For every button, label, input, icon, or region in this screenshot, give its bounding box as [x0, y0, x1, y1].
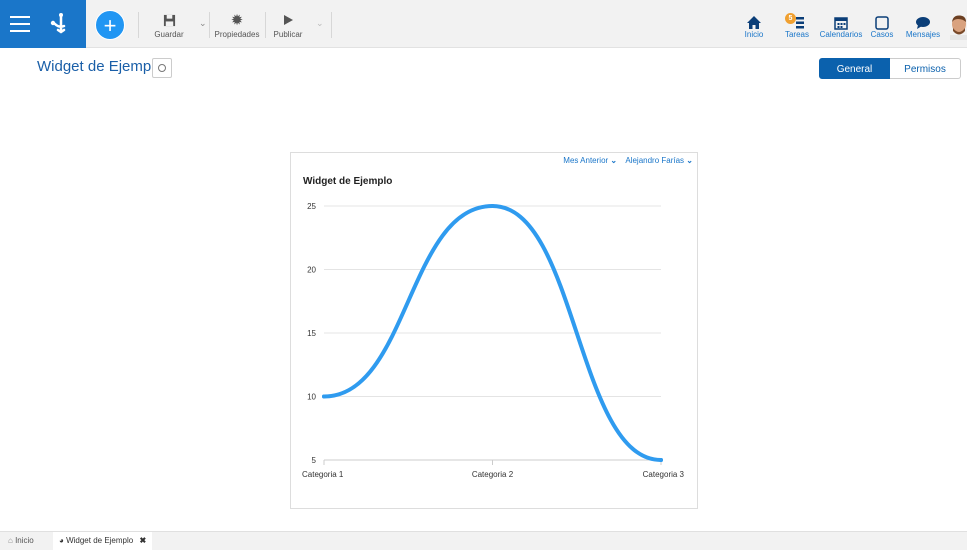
nav-home-label: Inicio — [744, 30, 764, 39]
message-icon — [916, 17, 930, 29]
tab-permissions[interactable]: Permisos — [890, 58, 961, 79]
toolbar-separator — [265, 12, 266, 38]
toolbar-separator — [209, 12, 210, 38]
hamburger-menu-icon[interactable] — [10, 16, 30, 32]
nav-calendars-label: Calendarios — [819, 30, 863, 39]
nav-messages-label: Mensajes — [905, 30, 941, 39]
line-chart: 5 10 15 20 25 Categoria 1 Categoria 2 Categoria… — [302, 202, 685, 479]
y-tick-label: 10 — [307, 393, 316, 402]
nav-calendars[interactable]: Calendarios — [818, 12, 864, 39]
save-dropdown-chevron-icon[interactable]: ⌄ — [199, 18, 207, 29]
data-point — [490, 204, 495, 208]
widget-card: Mes Anterior ⌄ Alejandro Farías ⌄ Widget… — [290, 152, 698, 509]
top-toolbar: + Guardar ⌄ ✹ Propiedades Publicar ⌄ Ini… — [0, 0, 967, 48]
view-tabs: General Permisos — [819, 58, 961, 79]
x-tick-label: Categoria 1 — [302, 470, 344, 479]
bottom-tab-home[interactable]: ⌂ Inicio — [8, 532, 34, 550]
toolbar-separator — [138, 12, 139, 38]
gear-icon: ✹ — [230, 11, 244, 29]
data-point — [322, 394, 326, 399]
publish-label: Publicar — [273, 30, 303, 39]
page-title: Widget de Ejemplo — [37, 58, 163, 75]
nav-messages[interactable]: Mensajes — [905, 12, 941, 39]
calendar-icon — [834, 17, 848, 30]
y-tick-label: 25 — [307, 202, 316, 211]
data-point — [659, 458, 663, 462]
home-icon: ⌂ — [8, 536, 13, 545]
nav-cases-label: Casos — [870, 30, 894, 39]
close-icon[interactable]: ✖ — [139, 536, 146, 545]
play-icon — [284, 15, 293, 25]
properties-button[interactable]: ✹ Propiedades — [213, 10, 261, 40]
save-icon — [163, 14, 175, 26]
circle-icon — [158, 64, 166, 72]
save-button[interactable]: Guardar — [152, 10, 186, 39]
add-button[interactable]: + — [95, 10, 125, 40]
app-logo-icon[interactable] — [44, 8, 74, 38]
save-label: Guardar — [154, 30, 184, 39]
status-button[interactable] — [152, 58, 172, 78]
bottom-tab-widget-label: Widget de Ejemplo — [66, 536, 134, 545]
brand-area — [0, 0, 86, 48]
bottom-tabbar: ⌂ Inicio ◕ Widget de Ejemplo ✖ — [0, 531, 967, 550]
chart-pie-icon: ◕ — [59, 536, 64, 545]
home-icon — [747, 16, 761, 29]
tasks-badge: 5 — [785, 13, 796, 24]
nav-home[interactable]: Inicio — [741, 12, 767, 39]
toolbar-separator — [331, 12, 332, 38]
bottom-tab-home-label: Inicio — [15, 536, 34, 545]
publish-dropdown-chevron-icon[interactable]: ⌄ — [316, 18, 324, 29]
x-tick-label: Categoria 2 — [472, 470, 514, 479]
nav-cases[interactable]: Casos — [869, 12, 895, 39]
case-icon — [875, 16, 889, 30]
tab-general[interactable]: General — [819, 58, 890, 79]
nav-tasks[interactable]: 5 Tareas — [782, 12, 812, 39]
bottom-tab-widget[interactable]: ◕ Widget de Ejemplo ✖ — [53, 532, 153, 550]
publish-button[interactable]: Publicar — [272, 10, 304, 39]
y-tick-label: 15 — [307, 329, 316, 338]
user-avatar[interactable] — [948, 14, 967, 40]
properties-label: Propiedades — [214, 30, 260, 39]
nav-tasks-label: Tareas — [784, 30, 809, 39]
y-tick-label: 5 — [312, 456, 317, 465]
x-tick-label: Categoria 3 — [643, 470, 685, 479]
y-tick-label: 20 — [307, 266, 316, 275]
